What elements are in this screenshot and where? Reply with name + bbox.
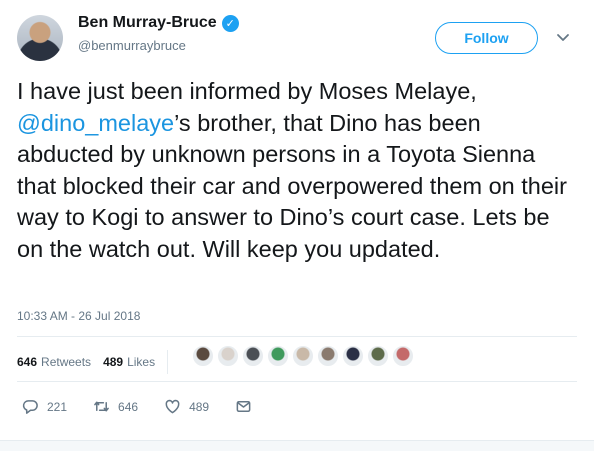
divider	[17, 336, 577, 337]
tweet-timestamp[interactable]: 10:33 AM - 26 Jul 2018	[17, 309, 140, 323]
likes-count: 489	[103, 355, 124, 369]
retweets-count: 646	[17, 355, 38, 369]
liker-avatars	[192, 345, 417, 367]
divider	[17, 381, 577, 382]
liker-avatar[interactable]	[217, 345, 239, 367]
liker-avatar[interactable]	[192, 345, 214, 367]
stats-separator	[167, 350, 169, 374]
author-handle[interactable]: @benmurraybruce	[78, 38, 186, 53]
follow-button[interactable]: Follow	[435, 22, 538, 54]
like-button[interactable]: 489	[164, 398, 209, 415]
liker-avatar[interactable]	[342, 345, 364, 367]
liker-avatar[interactable]	[267, 345, 289, 367]
retweet-count: 646	[118, 399, 139, 414]
liker-avatar[interactable]	[317, 345, 339, 367]
liker-avatar[interactable]	[367, 345, 389, 367]
tweet-card: Ben Murray-Bruce ✓ @benmurraybruce Follo…	[0, 0, 594, 440]
bottom-strip	[0, 440, 594, 451]
likes-stat[interactable]: 489 Likes	[103, 355, 155, 369]
liker-avatar[interactable]	[392, 345, 414, 367]
direct-message-button[interactable]	[235, 398, 260, 415]
avatar[interactable]	[17, 15, 63, 61]
reply-button[interactable]: 221	[22, 398, 67, 415]
likes-label: Likes	[127, 355, 156, 369]
chevron-down-icon[interactable]	[555, 29, 571, 45]
like-count: 489	[189, 399, 210, 414]
author-name-row: Ben Murray-Bruce ✓	[78, 14, 239, 32]
tweet-text-before: I have just been informed by Moses Melay…	[17, 78, 477, 104]
liker-avatar[interactable]	[242, 345, 264, 367]
tweet-actions: 221 646 489	[22, 398, 286, 415]
tweet-stats: 646 Retweets 489 Likes	[17, 350, 184, 374]
reply-icon	[22, 400, 38, 414]
author-display-name[interactable]: Ben Murray-Bruce	[78, 14, 217, 32]
tweet-text: I have just been informed by Moses Melay…	[17, 76, 577, 266]
retweet-icon	[94, 401, 109, 412]
mention-link[interactable]: @dino_melaye	[17, 110, 174, 136]
reply-count: 221	[47, 399, 68, 414]
retweets-label: Retweets	[41, 355, 92, 369]
retweet-button[interactable]: 646	[93, 398, 138, 415]
heart-icon	[165, 399, 180, 414]
liker-avatar[interactable]	[292, 345, 314, 367]
retweets-stat[interactable]: 646 Retweets	[17, 355, 91, 369]
verified-badge-icon: ✓	[221, 14, 239, 32]
envelope-icon	[236, 401, 251, 412]
